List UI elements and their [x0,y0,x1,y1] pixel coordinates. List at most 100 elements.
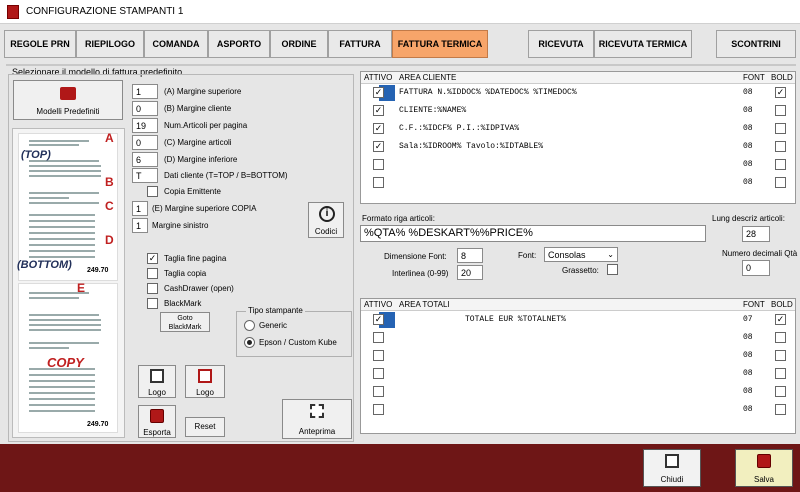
tab-asporto[interactable]: ASPORTO [208,30,270,58]
area-totali-row[interactable]: 08 [361,329,795,347]
row-bold-checkbox[interactable] [775,123,786,134]
row-bold-checkbox[interactable] [775,386,786,397]
logo-button-2[interactable]: Logo [185,365,225,398]
margine-inferiore-input[interactable]: 6 [132,152,158,167]
row-bold-checkbox[interactable] [775,404,786,415]
taglia-fine-pagina-checkbox[interactable]: ✓ [147,253,158,264]
row-font[interactable]: 08 [743,124,753,133]
row-active-checkbox[interactable] [373,368,384,379]
tab-ricevuta[interactable]: RICEVUTA [528,30,594,58]
interlinea-input[interactable]: 20 [457,265,483,280]
salva-button[interactable]: Salva [735,449,793,487]
tab-ricevuta-termica[interactable]: RICEVUTA TERMICA [594,30,692,58]
cashdrawer-checkbox[interactable] [147,283,158,294]
row-bold-checkbox[interactable]: ✓ [775,87,786,98]
row-active-checkbox[interactable] [373,177,384,188]
tab-fattura-termica[interactable]: FATTURA TERMICA [392,30,488,58]
row-bold-checkbox[interactable] [775,105,786,116]
anteprima-button[interactable]: Anteprima [282,399,352,439]
row-bold-checkbox[interactable] [775,332,786,343]
row-active-checkbox[interactable]: ✓ [373,314,384,325]
row-active-checkbox[interactable] [373,332,384,343]
font-select[interactable]: Consolas ⌄ [544,247,618,262]
modelli-predefiniti-button[interactable]: Modelli Predefiniti [13,80,123,120]
row-font[interactable]: 08 [743,88,753,97]
area-totali-row[interactable]: 08 [361,401,795,419]
marker-b: B [105,175,114,189]
row-text[interactable]: CLIENTE:%NAME% [399,106,466,115]
row-bold-checkbox[interactable] [775,159,786,170]
margine-articoli-input[interactable]: 0 [132,135,158,150]
area-cliente-row[interactable]: 08 [361,174,795,192]
chiudi-button[interactable]: Chiudi [643,449,701,487]
dimensione-font-input[interactable]: 8 [457,248,483,263]
articoli-per-pagina-input[interactable]: 19 [132,118,158,133]
tab-regole-prn[interactable]: REGOLE PRN [4,30,76,58]
area-cliente-row[interactable]: 08 [361,156,795,174]
row-bold-checkbox[interactable]: ✓ [775,314,786,325]
area-cliente-row[interactable]: ✓ Sala:%IDROOM% Tavolo:%IDTABLE% 08 [361,138,795,156]
area-totali-row[interactable]: ✓ TOTALE EUR %TOTALNET% 07 ✓ [361,311,795,329]
logo-button-1[interactable]: Logo [138,365,176,398]
row-text[interactable]: Sala:%IDROOM% Tavolo:%IDTABLE% [399,142,543,151]
row-active-checkbox[interactable]: ✓ [373,87,384,98]
row-text[interactable]: TOTALE EUR %TOTALNET% [465,315,566,324]
row-bold-checkbox[interactable] [775,141,786,152]
row-font[interactable]: 08 [743,106,753,115]
lung-descriz-input[interactable]: 28 [742,226,770,242]
dati-cliente-input[interactable]: T [132,168,158,183]
area-totali-row[interactable]: 08 [361,365,795,383]
row-font[interactable]: 08 [743,351,753,360]
row-active-checkbox[interactable] [373,350,384,361]
margine-sup-copia-input[interactable]: 1 [132,201,148,216]
row-font[interactable]: 08 [743,160,753,169]
formato-riga-label: Formato riga articoli: [362,214,435,223]
tab-scontrini[interactable]: SCONTRINI [716,30,796,58]
margine-superiore-input[interactable]: 1 [132,84,158,99]
row-active-checkbox[interactable] [373,386,384,397]
esporta-button[interactable]: Esporta [138,405,176,438]
decimali-qta-input[interactable]: 0 [742,260,770,276]
row-bold-checkbox[interactable] [775,350,786,361]
row-active-checkbox[interactable]: ✓ [373,123,384,134]
margine-sinistro-input[interactable]: 1 [132,218,148,233]
tab-riepilogo[interactable]: RIEPILOGO [76,30,144,58]
row-font[interactable]: 08 [743,387,753,396]
col-area-totali: AREA TOTALI [399,300,450,309]
margine-cliente-input[interactable]: 0 [132,101,158,116]
blackmark-checkbox[interactable] [147,298,158,309]
row-font[interactable]: 08 [743,405,753,414]
row-font[interactable]: 08 [743,369,753,378]
area-cliente-row[interactable]: ✓ C.F.:%IDCF% P.I.:%IDPIVA% 08 [361,120,795,138]
row-font[interactable]: 08 [743,178,753,187]
formato-riga-input[interactable]: %QTA% %DESKART%%PRICE% [360,225,706,242]
row-active-checkbox[interactable] [373,404,384,415]
tab-comanda[interactable]: COMANDA [144,30,208,58]
row-bold-checkbox[interactable] [775,368,786,379]
grassetto-checkbox[interactable] [607,264,618,275]
row-font[interactable]: 07 [743,315,753,324]
row-font[interactable]: 08 [743,142,753,151]
row-text[interactable]: C.F.:%IDCF% P.I.:%IDPIVA% [399,124,519,133]
tab-fattura[interactable]: FATTURA [328,30,392,58]
area-totali-header: ATTIVO AREA TOTALI FONT BOLD [361,299,795,311]
goto-blackmark-button[interactable]: Goto BlackMark [160,312,210,332]
generic-radio[interactable] [244,320,255,331]
epson-custom-radio[interactable] [244,337,255,348]
tab-ordine[interactable]: ORDINE [270,30,328,58]
row-active-checkbox[interactable]: ✓ [373,141,384,152]
area-cliente-row[interactable]: ✓ FATTURA N.%IDDOC% %DATEDOC% %TIMEDOC% … [361,84,795,102]
copia-emittente-checkbox[interactable] [147,186,158,197]
row-active-checkbox[interactable]: ✓ [373,105,384,116]
row-text[interactable]: FATTURA N.%IDDOC% %DATEDOC% %TIMEDOC% [399,88,577,97]
codici-button[interactable]: i Codici [308,202,344,238]
area-cliente-row[interactable]: ✓ CLIENTE:%NAME% 08 [361,102,795,120]
taglia-copia-checkbox[interactable] [147,268,158,279]
area-totali-row[interactable]: 08 [361,383,795,401]
blackmark-label: BlackMark [164,299,202,308]
area-totali-row[interactable]: 08 [361,347,795,365]
row-bold-checkbox[interactable] [775,177,786,188]
row-font[interactable]: 08 [743,333,753,342]
reset-button[interactable]: Reset [185,417,225,437]
row-active-checkbox[interactable] [373,159,384,170]
